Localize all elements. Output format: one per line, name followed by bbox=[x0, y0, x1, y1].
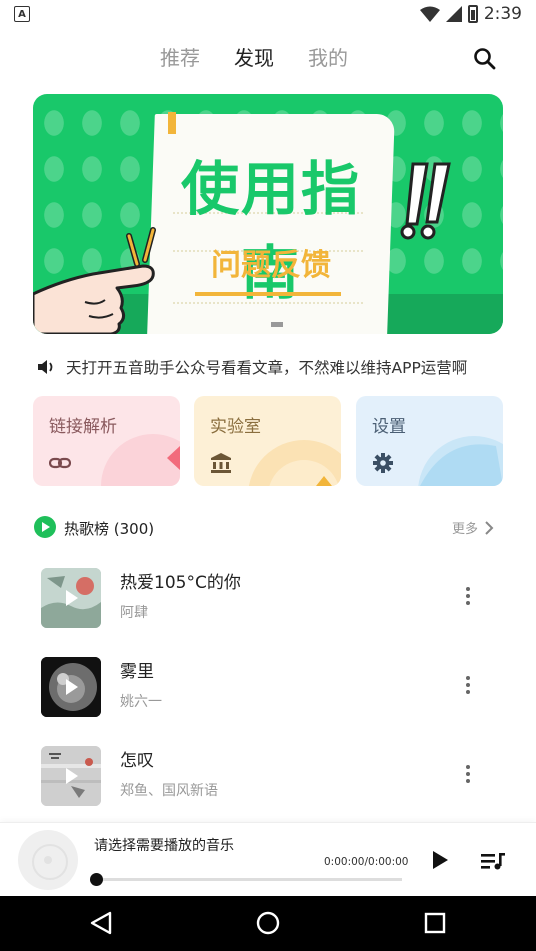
play-icon[interactable] bbox=[430, 849, 450, 871]
gear-icon bbox=[373, 453, 393, 473]
hot-songs-header: 热歌榜 (300) 更多 bbox=[34, 516, 500, 540]
system-navigation-bar bbox=[0, 896, 536, 951]
exclamation-icon bbox=[400, 162, 451, 240]
progress-bar[interactable] bbox=[90, 873, 402, 886]
playlist-icon[interactable] bbox=[480, 851, 506, 871]
notice-text: 天打开五音助手公众号看看文章，不然难以维持APP运营啊 bbox=[66, 359, 468, 377]
play-icon bbox=[66, 768, 78, 784]
song-artist: 阿肆 bbox=[120, 605, 148, 621]
song-title: 雾里 bbox=[120, 662, 154, 682]
section-title: 热歌榜 (300) bbox=[64, 520, 155, 538]
clock: 2:39 bbox=[483, 4, 522, 24]
progress-thumb[interactable] bbox=[90, 873, 103, 886]
status-icons: 2:39 bbox=[419, 4, 522, 24]
wifi-icon bbox=[419, 6, 440, 22]
album-cover bbox=[41, 657, 101, 717]
speaker-icon bbox=[38, 360, 53, 374]
song-title: 怎叹 bbox=[120, 751, 154, 771]
song-row[interactable]: 热爱105°C的你 阿肆 bbox=[0, 554, 536, 642]
notice-bar[interactable]: 天打开五音助手公众号看看文章，不然难以维持APP运营啊 bbox=[36, 356, 467, 378]
play-icon bbox=[66, 679, 78, 695]
album-cover bbox=[41, 746, 101, 806]
player-time: 0:00:00/0:00:00 bbox=[324, 856, 409, 868]
song-artist: 姚六一 bbox=[120, 694, 162, 710]
disc-icon[interactable] bbox=[18, 830, 78, 890]
status-bar: A 2:39 bbox=[0, 0, 536, 28]
tab-bar: 推荐 发现 我的 bbox=[160, 42, 348, 71]
app-notification-icon: A bbox=[14, 6, 30, 22]
tab-discover[interactable]: 发现 bbox=[234, 42, 274, 71]
song-artist: 郑鱼、国风新语 bbox=[120, 783, 218, 799]
song-row[interactable]: 雾里 姚六一 bbox=[0, 643, 536, 731]
pointing-hand-illustration bbox=[33, 162, 451, 334]
home-icon[interactable] bbox=[255, 910, 281, 936]
mini-player: 请选择需要播放的音乐 0:00:00/0:00:00 bbox=[0, 822, 536, 896]
guide-banner[interactable]: 使用指南 问题反馈 bbox=[33, 94, 503, 334]
more-vert-icon[interactable] bbox=[456, 762, 480, 786]
more-label: 更多 bbox=[451, 522, 478, 537]
link-icon bbox=[49, 457, 71, 469]
back-icon[interactable] bbox=[88, 910, 114, 936]
player-hint: 请选择需要播放的音乐 bbox=[94, 838, 234, 854]
tab-mine[interactable]: 我的 bbox=[308, 42, 348, 71]
search-icon[interactable] bbox=[472, 46, 498, 72]
more-vert-icon[interactable] bbox=[456, 584, 480, 608]
settings-card[interactable]: 设置 bbox=[356, 396, 503, 486]
signal-icon bbox=[445, 6, 462, 22]
play-icon bbox=[66, 590, 78, 606]
link-parse-card[interactable]: 链接解析 bbox=[33, 396, 180, 486]
album-cover bbox=[41, 568, 101, 628]
more-link[interactable]: 更多 bbox=[452, 518, 494, 537]
lab-card[interactable]: 实验室 bbox=[194, 396, 341, 486]
card-label: 设置 bbox=[372, 417, 406, 437]
play-circle-icon[interactable] bbox=[34, 516, 56, 538]
card-label: 链接解析 bbox=[49, 417, 117, 437]
bank-icon bbox=[211, 453, 231, 473]
battery-icon bbox=[467, 5, 478, 23]
song-row[interactable]: 怎叹 郑鱼、国风新语 bbox=[0, 732, 536, 820]
recents-icon[interactable] bbox=[422, 910, 448, 936]
tab-recommend[interactable]: 推荐 bbox=[160, 42, 200, 71]
song-title: 热爱105°C的你 bbox=[120, 573, 241, 593]
chevron-right-icon bbox=[485, 520, 494, 535]
card-label: 实验室 bbox=[210, 417, 261, 437]
more-vert-icon[interactable] bbox=[456, 673, 480, 697]
top-navigation: 推荐 发现 我的 bbox=[0, 32, 536, 82]
